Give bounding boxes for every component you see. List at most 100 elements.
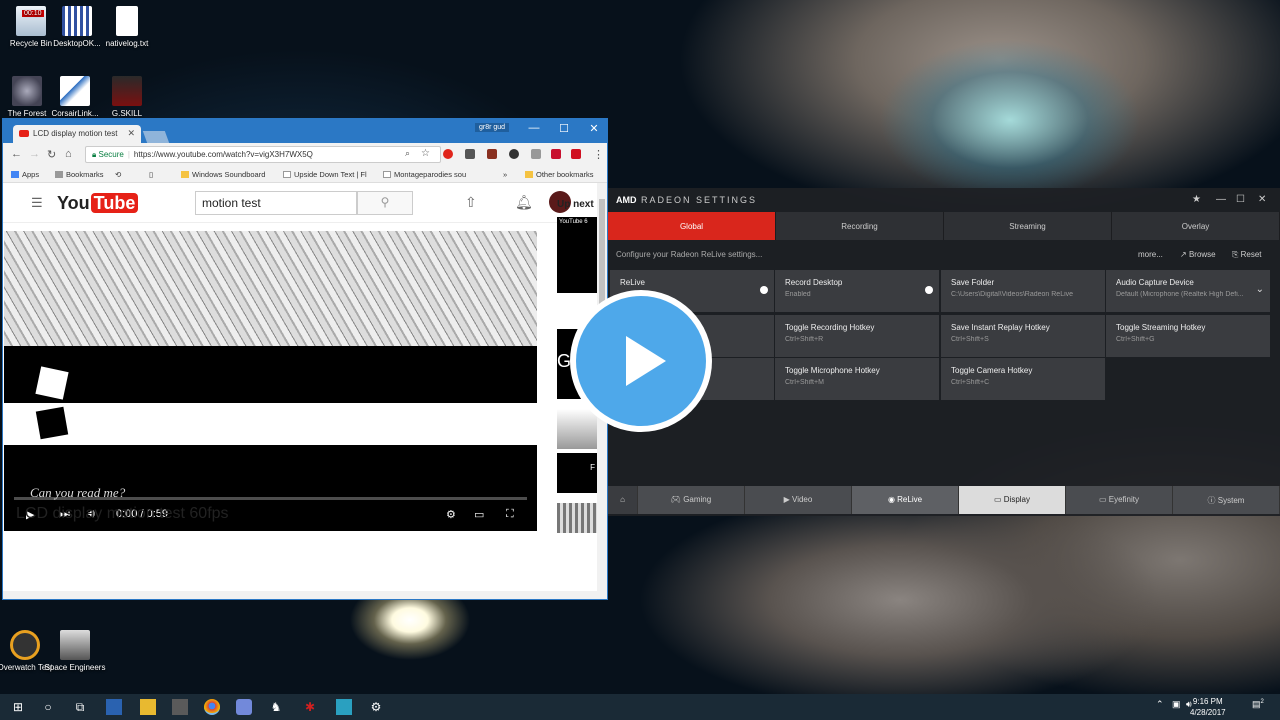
tab-recording[interactable]: Recording (776, 212, 944, 240)
app-icon[interactable] (106, 699, 122, 715)
bookmark-bookmarks[interactable]: Bookmarks (55, 170, 104, 179)
horizontal-scrollbar[interactable] (3, 591, 597, 599)
tab-streaming[interactable]: Streaming (944, 212, 1112, 240)
black-square (35, 406, 69, 440)
radeon-titlebar[interactable]: AMD RADEON SETTINGS ★ — ☐ ✕ (608, 188, 1280, 212)
taskbar-clock[interactable]: 9:16 PM 4/28/2017 (1190, 696, 1226, 718)
video-player[interactable]: Can you read me? ▶ ⏭︎ 🔊︎ 0:00 / 0:59 ⚙ ▭… (4, 231, 537, 531)
bookmark-upside-down-text[interactable]: Upside Down Text | Fl (283, 170, 373, 179)
up-next-thumbnail[interactable] (557, 409, 597, 449)
bookmark-apps[interactable]: Apps (11, 170, 39, 179)
youtube-logo[interactable]: You Tube (57, 193, 139, 214)
chrome-icon[interactable] (204, 699, 220, 715)
reload-icon[interactable]: ↻ (47, 148, 56, 161)
profile-badge[interactable]: gr8r gud (475, 123, 510, 132)
desktop-icon-nativelog[interactable]: nativelog.txt (96, 6, 158, 48)
settings-gear-icon[interactable]: ⚙ (368, 699, 384, 715)
adblock-extension-icon[interactable] (551, 149, 561, 159)
up-next-thumbnail[interactable] (557, 503, 597, 533)
theater-mode-icon[interactable]: ▭ (474, 508, 484, 521)
toggle-switch[interactable] (760, 286, 768, 294)
home-icon[interactable]: ⌂ (65, 148, 72, 160)
setting-toggle-streaming-hotkey[interactable]: Toggle Streaming Hotkey Ctrl+Shift+G (1106, 315, 1270, 357)
sync-extension-icon[interactable] (509, 149, 519, 159)
search-input[interactable]: motion test (195, 191, 357, 215)
maximize-button[interactable]: ☐ (549, 122, 579, 135)
nav-system[interactable]: ⓘ System (1173, 486, 1280, 514)
tab-close-icon[interactable]: ✕ (127, 128, 135, 139)
app-icon[interactable]: ✱ (302, 699, 318, 715)
setting-save-instant-replay-hotkey[interactable]: Save Instant Replay Hotkey Ctrl+Shift+S (941, 315, 1105, 357)
setting-toggle-microphone-hotkey[interactable]: Toggle Microphone Hotkey Ctrl+Shift+M (775, 358, 939, 400)
up-next-thumbnail[interactable]: YouTube 6 (557, 217, 597, 293)
action-center-icon[interactable]: ▤2 (1252, 699, 1264, 710)
minimize-button[interactable]: — (1216, 194, 1226, 205)
tab-global[interactable]: Global (608, 212, 776, 240)
setting-record-desktop[interactable]: Record Desktop Enabled (775, 270, 939, 312)
bookmark-montageparodies[interactable]: Montageparodies sou (383, 170, 473, 179)
favorite-star-icon[interactable]: ★ (1192, 194, 1201, 205)
cloud-extension-icon[interactable] (465, 149, 475, 159)
settings-icon[interactable]: ⚙ (446, 508, 456, 521)
chrome-titlebar[interactable]: LCD display motion test ✕ gr8r gud — ☐ ✕ (3, 119, 607, 143)
chevron-down-icon[interactable]: ⌄ (1256, 284, 1264, 295)
progress-bar[interactable] (14, 497, 527, 500)
tab-overlay[interactable]: Overlay (1112, 212, 1280, 240)
discord-icon[interactable] (236, 699, 252, 715)
minimize-button[interactable]: — (519, 122, 549, 134)
tray-network-icon[interactable]: ▣ (1172, 699, 1181, 710)
upload-icon[interactable]: ⇧ (465, 194, 477, 211)
desktop-icon-space-engineers[interactable]: Space Engineers (44, 630, 106, 672)
more-link[interactable]: more... (1138, 250, 1163, 259)
page-icon[interactable]: ▯ (149, 170, 153, 179)
menu-dots-icon[interactable]: ⋮ (593, 148, 604, 161)
nav-video[interactable]: ▶ Video (745, 486, 852, 514)
desktop-icon-gskill[interactable]: G.SKILL (96, 76, 158, 118)
close-button[interactable]: ✕ (579, 122, 609, 135)
setting-toggle-recording-hotkey[interactable]: Toggle Recording Hotkey Ctrl+Shift+R (775, 315, 939, 357)
app-icon[interactable] (336, 699, 352, 715)
back-icon[interactable]: ← (11, 148, 22, 160)
browser-tab[interactable]: LCD display motion test ✕ (13, 125, 141, 143)
start-windows-icon[interactable]: ⊞ (10, 699, 26, 715)
bookmarks-overflow-icon[interactable]: » (503, 170, 507, 179)
shield-extension-icon[interactable] (571, 149, 581, 159)
nav-display[interactable]: ▭ Display (959, 486, 1066, 514)
search-button[interactable]: ⚲ (357, 191, 413, 215)
bookmark-star-icon[interactable]: ☆ (421, 148, 430, 159)
nav-eyefinity[interactable]: ▭ Eyefinity (1066, 486, 1173, 514)
newspaper-pattern (4, 231, 537, 346)
hamburger-menu-icon[interactable]: ☰ (31, 195, 43, 211)
notifications-bell-icon[interactable]: 🔔︎ (515, 194, 533, 211)
fullscreen-icon[interactable]: ⛶ (506, 508, 514, 521)
setting-save-folder[interactable]: Save Folder C:\Users\Digital\Videos\Rade… (941, 270, 1105, 312)
extension-icon[interactable] (487, 149, 497, 159)
nav-relive[interactable]: ◉ ReLive (852, 486, 959, 514)
browse-button[interactable]: ↗ Browse (1180, 250, 1216, 259)
search-page-icon[interactable]: ⌕ (405, 148, 410, 159)
home-icon[interactable]: ⌂ (608, 486, 638, 514)
reset-button[interactable]: ⎘ Reset (1232, 250, 1262, 260)
history-icon[interactable]: ⟲ (115, 170, 121, 179)
maximize-button[interactable]: ☐ (1236, 194, 1245, 205)
address-bar[interactable]: 🔒︎ Secure | https://www.youtube.com/watch?… (85, 146, 441, 163)
bookmark-other-bookmarks[interactable]: Other bookmarks (525, 170, 594, 179)
bookmark-windows-soundboard[interactable]: Windows Soundboard (181, 170, 271, 179)
corsair-icon[interactable]: ♞ (268, 699, 284, 715)
task-view-icon[interactable]: ⧉ (72, 699, 88, 715)
grid-extension-icon[interactable] (531, 149, 541, 159)
tray-chevron-up-icon[interactable]: ⌃ (1156, 699, 1164, 710)
nav-gaming[interactable]: 🎮︎ Gaming (638, 486, 745, 514)
forward-icon[interactable]: → (29, 148, 40, 160)
new-tab-button[interactable] (142, 131, 170, 143)
file-explorer-icon[interactable] (140, 699, 156, 715)
close-button[interactable]: ✕ (1258, 194, 1266, 205)
opera-extension-icon[interactable] (443, 149, 453, 159)
up-next-thumbnail[interactable]: F (557, 453, 597, 493)
play-overlay-button[interactable] (570, 290, 712, 432)
app-icon[interactable] (172, 699, 188, 715)
setting-toggle-camera-hotkey[interactable]: Toggle Camera Hotkey Ctrl+Shift+C (941, 358, 1105, 400)
setting-audio-capture-device[interactable]: Audio Capture Device Default (Microphone… (1106, 270, 1270, 312)
cortana-icon[interactable]: ○ (40, 699, 56, 715)
toggle-switch[interactable] (925, 286, 933, 294)
